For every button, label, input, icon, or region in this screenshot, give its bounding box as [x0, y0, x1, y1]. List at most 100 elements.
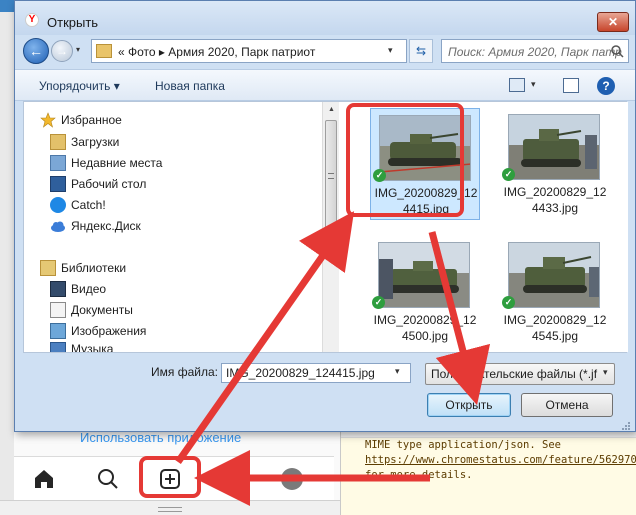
recent-locations-dropdown[interactable]: ▾	[76, 45, 80, 54]
nav-libraries[interactable]: Библиотеки	[40, 258, 126, 278]
sync-check-icon: ✓	[502, 296, 515, 309]
file-name-line1: IMG_20200829_12	[503, 185, 607, 199]
nav-item-music[interactable]: Музыка	[50, 342, 113, 352]
nav-item-recent[interactable]: Недавние места	[50, 153, 162, 173]
nav-item-video[interactable]: Видео	[50, 279, 106, 299]
scrollbar-thumb[interactable]	[325, 120, 337, 230]
new-folder-button[interactable]: Новая папка	[155, 79, 225, 93]
file-tile[interactable]: ✓ IMG_20200829_12 4433.jpg	[500, 108, 610, 220]
refresh-button[interactable]: ⇆	[409, 39, 433, 63]
music-library-icon	[50, 342, 66, 352]
nav-item-label: Catch!	[71, 198, 106, 212]
change-view-icon[interactable]	[509, 78, 525, 92]
documents-library-icon	[50, 302, 66, 318]
search-button[interactable]	[92, 463, 124, 495]
filetype-select[interactable]: Пользовательские файлы (*.jf	[425, 363, 615, 385]
organize-menu[interactable]: Упорядочить ▾	[39, 79, 120, 93]
close-button[interactable]: ✕	[597, 12, 629, 32]
nav-item-catch[interactable]: Catch!	[50, 195, 106, 215]
grip-icon	[328, 173, 334, 179]
address-row: ← → ▾ « Фото ▸ Армия 2020, Парк патриот …	[15, 35, 635, 67]
navigation-pane: Избранное Загрузки Недавние места Рабочи…	[24, 102, 322, 352]
background-left-strip	[0, 0, 14, 515]
activity-button[interactable]	[216, 463, 248, 495]
nav-favorites-label: Избранное	[61, 113, 122, 127]
background-tab-chip	[0, 0, 14, 12]
recent-places-icon	[50, 155, 66, 171]
filename-label: Имя файла:	[151, 365, 218, 379]
open-button[interactable]: Открыть	[427, 393, 511, 417]
nav-item-yandex-disk[interactable]: Яндекс.Диск	[50, 216, 141, 236]
resize-grip-icon[interactable]	[619, 419, 631, 431]
filename-row: Имя файла: IMG_20200829_124415.jpg ▾ Пол…	[15, 357, 635, 385]
console-message: MIME type application/json. See https://…	[365, 438, 636, 483]
file-name-line1: IMG_20200829_12	[373, 313, 477, 327]
view-dropdown[interactable]: ▾	[531, 79, 536, 90]
file-tile[interactable]: ✓ IMG_20200829_12 4500.jpg	[370, 236, 480, 348]
nav-item-downloads[interactable]: Загрузки	[50, 132, 119, 152]
file-name-line2: 4500.jpg	[401, 329, 449, 343]
magnifier-icon[interactable]	[610, 44, 624, 58]
pictures-library-icon	[50, 323, 66, 339]
forward-button[interactable]: →	[51, 40, 73, 62]
highlight-selected-file	[346, 103, 464, 217]
filename-dropdown[interactable]: ▾	[395, 366, 400, 377]
scroll-up-icon[interactable]: ▲	[328, 106, 335, 113]
file-name-line2: 4433.jpg	[531, 201, 579, 215]
home-icon	[35, 470, 53, 488]
catch-icon	[50, 197, 66, 213]
search-icon	[98, 469, 118, 489]
nav-item-label: Изображения	[71, 324, 147, 338]
help-icon[interactable]: ?	[597, 77, 615, 95]
file-name: IMG_20200829_12 4433.jpg	[500, 184, 610, 216]
screen: Использовать приложение MIME type applic…	[0, 0, 636, 515]
nav-item-label: Видео	[71, 282, 107, 296]
address-dropdown[interactable]: ▾	[388, 45, 393, 56]
preview-pane-icon[interactable]	[563, 78, 579, 93]
devtools-console: MIME type application/json. See https://…	[340, 430, 636, 515]
avatar	[281, 468, 303, 490]
nav-item-desktop[interactable]: Рабочий стол	[50, 174, 146, 194]
sync-check-icon: ✓	[502, 168, 515, 181]
command-bar: Упорядочить ▾ Новая папка ▾ ?	[15, 69, 635, 101]
image-thumbnail	[508, 242, 600, 308]
nav-item-label: Рабочий стол	[71, 177, 147, 191]
nav-item-pictures[interactable]: Изображения	[50, 321, 146, 341]
heart-icon	[222, 471, 242, 489]
dialog-titlebar[interactable]: Y Открыть ✕	[15, 1, 635, 35]
cloud-icon	[50, 218, 66, 234]
profile-button[interactable]	[276, 463, 308, 495]
console-message-pre: MIME type application/json. See	[365, 439, 568, 451]
folder-icon	[96, 44, 112, 58]
image-thumbnail	[508, 114, 600, 180]
back-button[interactable]: ←	[23, 38, 49, 64]
resize-grip-icon[interactable]	[158, 507, 182, 512]
navigation-scrollbar[interactable]: ▲	[322, 102, 339, 352]
file-tile[interactable]: ✓ IMG_20200829_12 4545.jpg	[500, 236, 610, 348]
breadcrumb[interactable]: « Фото ▸ Армия 2020, Парк патриот	[118, 45, 315, 59]
image-thumbnail	[378, 242, 470, 308]
file-name: IMG_20200829_12 4500.jpg	[370, 312, 480, 344]
nav-item-documents[interactable]: Документы	[50, 300, 133, 320]
file-name: IMG_20200829_12 4545.jpg	[500, 312, 610, 344]
video-library-icon	[50, 281, 66, 297]
star-icon	[40, 112, 56, 128]
console-link[interactable]: https://www.chromestatus.com/feature/562…	[365, 454, 636, 466]
nav-item-label: Яндекс.Диск	[71, 219, 141, 233]
file-name-line2: 4545.jpg	[531, 329, 579, 343]
cancel-button[interactable]: Отмена	[521, 393, 613, 417]
nav-item-label: Недавние места	[71, 156, 163, 170]
filetype-dropdown[interactable]: ▾	[603, 367, 608, 378]
nav-item-label: Музыка	[71, 342, 114, 352]
downloads-folder-icon	[50, 134, 66, 150]
search-input[interactable]: Поиск: Армия 2020, Парк патр	[441, 39, 629, 63]
file-name-line1: IMG_20200829_12	[503, 313, 607, 327]
highlight-new-post	[139, 456, 201, 498]
nav-item-label: Загрузки	[71, 135, 120, 149]
use-app-link[interactable]: Использовать приложение	[80, 430, 280, 445]
address-bar[interactable]: « Фото ▸ Армия 2020, Парк патриот ▾	[91, 39, 407, 63]
nav-favorites[interactable]: Избранное	[40, 110, 122, 130]
filename-field[interactable]: IMG_20200829_124415.jpg	[221, 363, 411, 383]
open-file-dialog: Y Открыть ✕ ← → ▾ « Фото ▸ Армия 2020, П…	[14, 0, 636, 432]
home-button[interactable]	[28, 463, 60, 495]
